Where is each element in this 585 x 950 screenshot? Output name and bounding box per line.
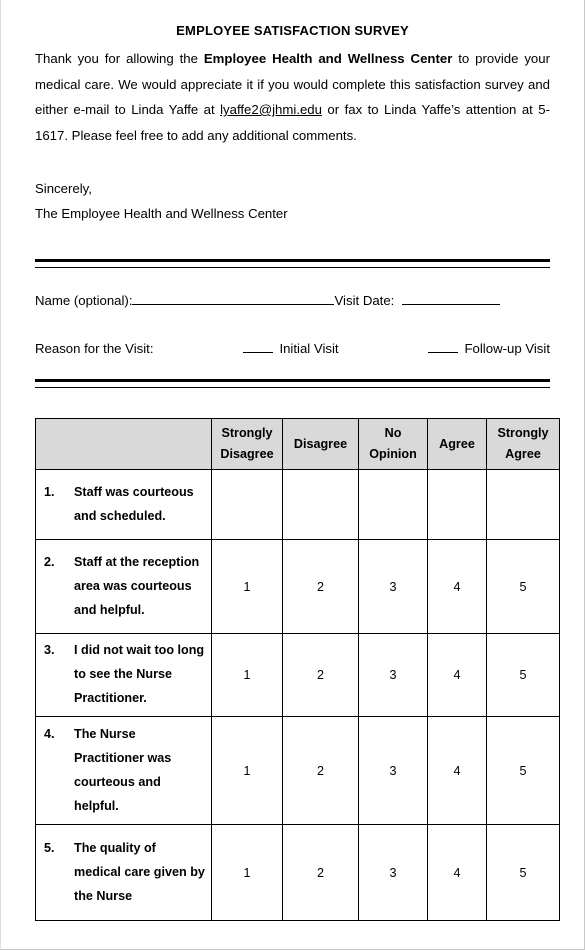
question-cell: 4. The Nurse Practitioner was courteous … [35,716,212,825]
initial-visit-label: Initial Visit [279,341,339,356]
reason-label: Reason for the Visit: [35,341,154,356]
rating-cell-no-opinion[interactable]: 3 [358,539,428,634]
header-line-1: Agree [439,436,475,451]
visit-date-label: Visit Date: [334,293,395,308]
question-number: 2. [44,554,55,569]
fill-in-fields: Name (optional): Visit Date: Reason for … [35,268,550,358]
table-row: 2. Staff at the reception area was court… [35,539,560,634]
table-row: 4. The Nurse Practitioner was courteous … [35,716,560,825]
rating-cell-strongly-agree[interactable] [486,469,560,540]
column-header-question [35,418,212,470]
question-number: 4. [44,726,55,741]
question-cell: 2. Staff at the reception area was court… [35,539,212,634]
table-row: 5. The quality of medical care given by … [35,824,560,921]
question-text: I did not wait too long to see the Nurse… [74,643,205,705]
rating-cell-strongly-agree[interactable]: 5 [486,824,560,921]
rating-cell-disagree[interactable]: 2 [282,539,359,634]
intro-paragraph: Thank you for allowing the Employee Heal… [35,39,550,148]
rating-cell-disagree[interactable]: 2 [282,716,359,825]
rating-cell-no-opinion[interactable] [358,469,428,540]
signoff-closing: Sincerely, [35,181,92,196]
rating-cell-no-opinion[interactable]: 3 [358,716,428,825]
rating-cell-agree[interactable] [427,469,487,540]
header-line-1: Strongly [497,426,549,440]
divider-rule-bottom [35,379,550,388]
rating-cell-agree[interactable]: 4 [427,716,487,825]
question-number: 5. [44,840,55,855]
rating-cell-disagree[interactable] [282,469,359,540]
rating-cell-strongly-disagree[interactable]: 1 [211,633,283,717]
rating-cell-disagree[interactable]: 2 [282,633,359,717]
question-text: The Nurse Practitioner was courteous and… [74,726,172,813]
document-page: EMPLOYEE SATISFACTION SURVEY Thank you f… [0,0,585,950]
rating-cell-strongly-disagree[interactable] [211,469,283,540]
rating-cell-strongly-disagree[interactable]: 1 [211,539,283,634]
rating-cell-disagree[interactable]: 2 [282,824,359,921]
email-link[interactable]: lyaffe2@jhmi.edu [220,102,322,117]
rating-cell-no-opinion[interactable]: 3 [358,824,428,921]
question-cell: 5. The quality of medical care given by … [35,824,212,921]
intro-bold-center-name: Employee Health and Wellness Center [203,51,453,66]
rating-cell-strongly-disagree[interactable]: 1 [211,716,283,825]
survey-table-body: 1. Staff was courteous and scheduled. 2.… [35,469,560,921]
table-row: 3. I did not wait too long to see the Nu… [35,633,560,717]
table-row: 1. Staff was courteous and scheduled. [35,469,560,540]
header-line-2: Opinion [369,447,417,461]
followup-visit-label: Follow-up Visit [464,341,550,356]
rating-cell-strongly-agree[interactable]: 5 [486,539,560,634]
question-text: The quality of medical care given by the… [74,840,205,903]
initial-visit-checkbox-blank[interactable] [243,339,274,353]
page-title: EMPLOYEE SATISFACTION SURVEY [176,23,409,38]
header-line-1: No [384,426,402,440]
intro-text-part-1: Thank you for allowing the [35,51,204,66]
name-and-date-row: Name (optional): Visit Date: [35,268,550,310]
reason-for-visit-row: Reason for the Visit: Initial Visit Foll… [35,310,550,358]
followup-visit-checkbox-blank[interactable] [428,339,459,353]
survey-table-header-row: Strongly Disagree Disagree No Opinion Ag… [35,418,560,470]
rating-cell-strongly-agree[interactable]: 5 [486,716,560,825]
column-header-no-opinion: No Opinion [358,418,428,470]
rating-cell-strongly-disagree[interactable]: 1 [211,824,283,921]
header-line-2: Disagree [220,447,274,461]
column-header-strongly-disagree: Strongly Disagree [211,418,283,470]
divider-rule-top [35,259,550,268]
survey-table: Strongly Disagree Disagree No Opinion Ag… [35,418,560,921]
question-text: Staff at the reception area was courteou… [74,554,200,617]
rating-cell-no-opinion[interactable]: 3 [358,633,428,717]
column-header-agree: Agree [427,418,487,470]
column-header-strongly-agree: Strongly Agree [486,418,560,470]
question-number: 1. [44,484,55,499]
question-cell: 3. I did not wait too long to see the Nu… [35,633,212,717]
rating-cell-agree[interactable]: 4 [427,539,487,634]
name-label: Name (optional): [35,293,133,308]
header-line-1: Strongly [221,426,273,440]
signoff-signer: The Employee Health and Wellness Center [35,206,288,221]
signoff-block: Sincerely, The Employee Health and Welln… [35,148,550,226]
header-line-2: Agree [505,447,541,461]
rating-cell-agree[interactable]: 4 [427,824,487,921]
question-text: Staff was courteous and scheduled. [74,484,194,523]
question-cell: 1. Staff was courteous and scheduled. [35,469,212,540]
rating-cell-strongly-agree[interactable]: 5 [486,633,560,717]
header-line-1: Disagree [293,436,348,451]
rating-cell-agree[interactable]: 4 [427,633,487,717]
question-number: 3. [44,643,55,657]
column-header-disagree: Disagree [282,418,359,470]
name-input-blank[interactable] [132,291,335,305]
visit-date-input-blank[interactable] [402,291,501,305]
